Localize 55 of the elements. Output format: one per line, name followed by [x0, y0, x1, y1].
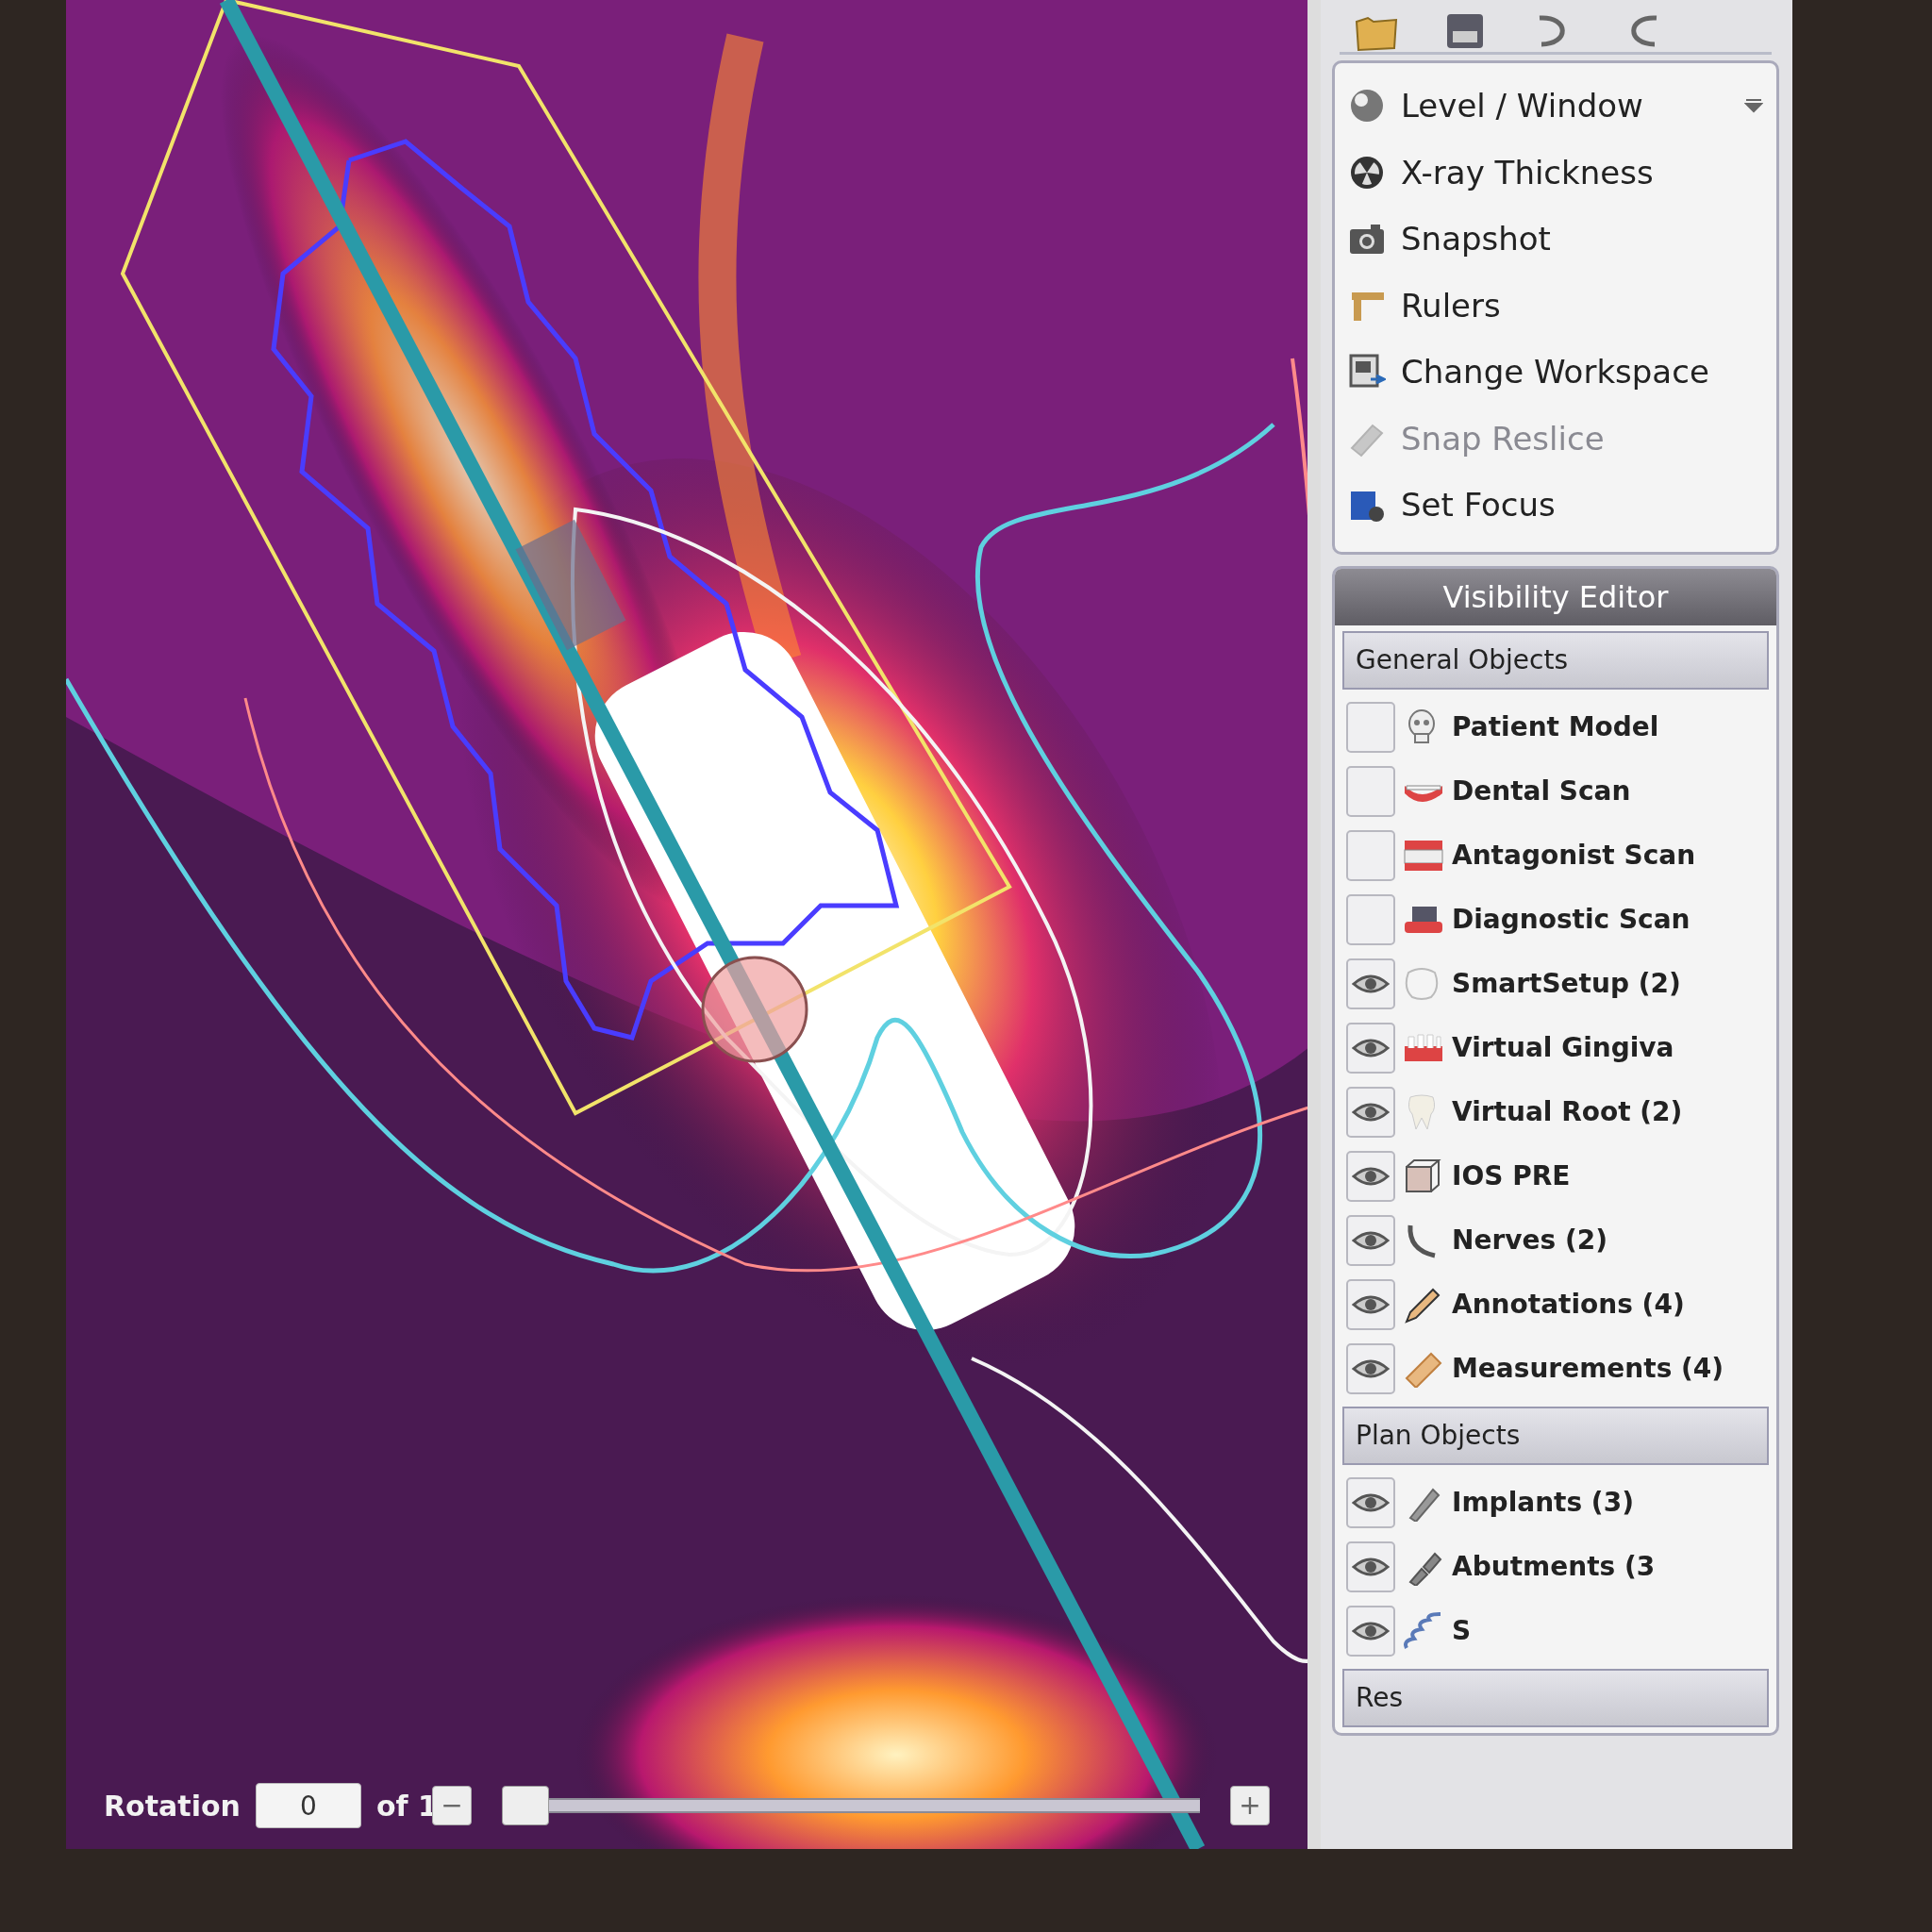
slider-thumb[interactable] [501, 1786, 549, 1825]
tool-item[interactable]: Rulers [1342, 272, 1769, 339]
panel-title: Visibility Editor [1335, 568, 1776, 625]
dropdown-icon [1744, 98, 1763, 114]
tool-item[interactable]: Level / Window [1342, 73, 1769, 140]
eye-icon [1352, 1100, 1390, 1124]
layer-label: IOS PRE [1452, 1158, 1571, 1193]
layer-label: Measurements (4) [1452, 1351, 1724, 1386]
visibility-toggle[interactable] [1346, 1214, 1395, 1266]
tool-item[interactable]: Change Workspace [1342, 339, 1769, 406]
layer-label: Implants (3) [1452, 1485, 1634, 1520]
section-header: Res [1342, 1668, 1769, 1727]
layer-label: Annotations (4) [1452, 1287, 1685, 1322]
layer-label: Abutments (3 [1452, 1549, 1656, 1584]
layer-label: Patient Model [1452, 709, 1659, 744]
tool-item: Snap Reslice [1342, 405, 1769, 472]
visibility-toggle[interactable] [1346, 829, 1395, 881]
layer-label: Virtual Root (2) [1452, 1094, 1683, 1129]
eye-icon [1352, 1555, 1390, 1578]
visibility-toggle[interactable] [1346, 765, 1395, 817]
visibility-toggle[interactable] [1346, 1476, 1395, 1528]
section-header: General Objects [1342, 630, 1769, 690]
section-header: Plan Objects [1342, 1406, 1769, 1465]
tool-item[interactable]: Set Focus [1342, 472, 1769, 539]
eye-icon [1352, 1357, 1390, 1380]
visibility-toggle[interactable] [1346, 1278, 1395, 1330]
layer-label: Virtual Gingiva [1452, 1030, 1674, 1065]
visibility-toggle[interactable] [1346, 1022, 1395, 1074]
visibility-toggle[interactable] [1346, 701, 1395, 753]
decrease-button[interactable]: − [431, 1786, 472, 1825]
eye-icon [1352, 972, 1390, 995]
visibility-toggle[interactable] [1346, 958, 1395, 1009]
visibility-toggle[interactable] [1346, 1086, 1395, 1138]
tool-item[interactable]: Snapshot [1342, 206, 1769, 273]
eye-icon [1352, 1292, 1390, 1316]
eye-icon [1352, 1228, 1390, 1252]
visibility-toggle[interactable] [1346, 893, 1395, 945]
tool-item[interactable]: X-ray Thickness [1342, 139, 1769, 206]
eye-icon [1352, 1619, 1390, 1642]
visibility-toggle[interactable] [1346, 1541, 1395, 1592]
layer-label: SmartSetup (2) [1452, 966, 1681, 1001]
rotation-label: Rotation [104, 1788, 241, 1824]
increase-button[interactable]: + [1230, 1786, 1270, 1825]
eye-icon [1352, 1164, 1390, 1188]
rotation-field[interactable]: 0 [255, 1783, 361, 1828]
visibility-toggle[interactable] [1346, 1342, 1395, 1394]
eye-icon [1352, 1036, 1390, 1059]
layer-label: S [1452, 1613, 1472, 1648]
visibility-toggle[interactable] [1346, 1150, 1395, 1202]
layer-label: Dental Scan [1452, 774, 1631, 808]
layer-label: Nerves (2) [1452, 1223, 1607, 1257]
layer-label: Antagonist Scan [1452, 838, 1696, 873]
layer-label: Diagnostic Scan [1452, 902, 1690, 937]
eye-icon [1352, 1491, 1390, 1514]
visibility-toggle[interactable] [1346, 1605, 1395, 1657]
